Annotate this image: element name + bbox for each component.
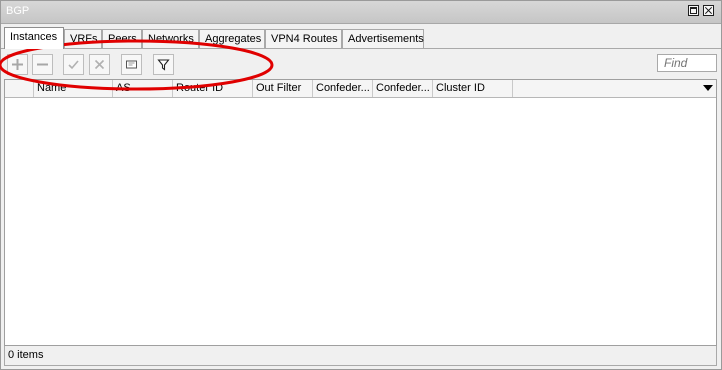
column-label: Router ID [176,82,224,94]
column-label: Cluster ID [436,82,485,94]
tab-instances[interactable]: Instances [4,27,64,49]
maximize-icon[interactable] [688,5,699,16]
disable-button[interactable] [89,54,110,75]
tab-label: Instances [10,31,58,43]
column-header-confederation[interactable]: Confeder... [313,80,373,97]
tab-divider [1,48,721,49]
find-input[interactable] [657,54,717,72]
tab-advertisements[interactable]: Advertisements [342,29,424,48]
tab-label: Networks [148,33,194,45]
add-icon [12,59,23,70]
column-label: AS [116,82,131,94]
status-bar: 0 items [4,346,717,366]
column-header-name[interactable]: Name [34,80,113,97]
column-label: Confeder... [376,82,430,94]
add-button[interactable] [7,54,28,75]
toolbar [1,51,721,79]
tab-networks[interactable]: Networks [142,29,199,48]
check-icon [68,60,79,70]
tab-vrfs[interactable]: VRFs [64,29,102,48]
x-icon [94,59,105,70]
column-label: Name [37,82,67,94]
tab-label: Aggregates [205,33,262,45]
close-icon[interactable] [703,5,714,16]
comment-button[interactable] [121,54,142,75]
instances-table: Name AS Router ID Out Filter Confeder...… [4,79,717,346]
window-title: BGP [6,5,30,17]
column-header-cluster-id[interactable]: Cluster ID [433,80,513,97]
tab-peers[interactable]: Peers [102,29,142,48]
column-header-marker[interactable] [5,80,34,97]
title-bar[interactable]: BGP [1,1,721,24]
tab-label: Peers [108,33,137,45]
remove-icon [37,63,48,66]
tab-label: VRFs [70,33,98,45]
column-header-filler [513,80,716,97]
filter-button[interactable] [153,54,174,75]
table-header: Name AS Router ID Out Filter Confeder...… [5,80,716,98]
tab-aggregates[interactable]: Aggregates [199,29,265,48]
column-header-router-id[interactable]: Router ID [173,80,253,97]
column-header-out-filter[interactable]: Out Filter [253,80,313,97]
column-header-as[interactable]: AS [113,80,173,97]
tab-label: Advertisements [348,33,424,45]
column-header-confederation-peers[interactable]: Confeder... [373,80,433,97]
item-count: 0 items [8,349,44,361]
column-label: Out Filter [256,82,302,94]
remove-button[interactable] [32,54,53,75]
enable-button[interactable] [63,54,84,75]
bgp-window: BGP Instances VRFs Peers Networks Aggreg… [0,0,722,370]
tab-vpn4-routes[interactable]: VPN4 Routes [265,29,342,48]
tab-label: VPN4 Routes [271,33,338,45]
filter-icon [157,59,170,71]
columns-dropdown-icon[interactable] [703,85,713,91]
column-label: Confeder... [316,82,370,94]
comment-icon [126,60,137,69]
